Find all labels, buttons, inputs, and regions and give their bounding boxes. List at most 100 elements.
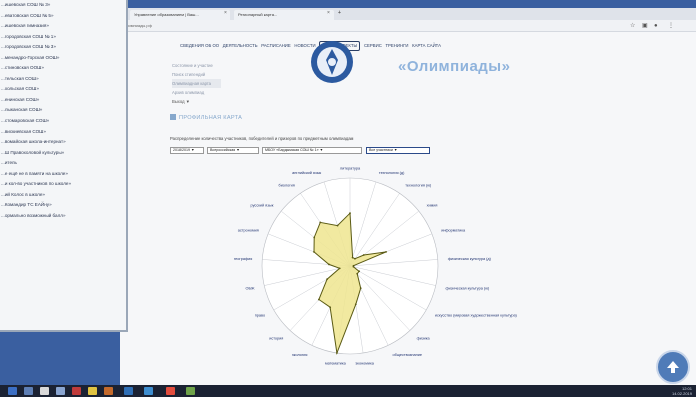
start-icon[interactable]	[8, 387, 17, 395]
school-list-item[interactable]: ...енинская СОШ»	[0, 95, 126, 106]
nav-item[interactable]: ТРЕНИНГИ	[385, 41, 408, 51]
account-icon[interactable]: ●	[654, 21, 658, 31]
side-link[interactable]: Олимпиадная карта	[172, 79, 222, 88]
star-icon[interactable]: ☆	[630, 21, 635, 31]
tab-bar: Управление образованием | Ваш... × Регио…	[120, 8, 696, 20]
year-select[interactable]: 2018/2019 ▼	[170, 147, 204, 154]
taskbar-app-icon[interactable]	[104, 387, 113, 395]
section-title: ПРОФИЛЬНАЯ КАРТА	[170, 114, 242, 121]
close-icon[interactable]: ×	[224, 8, 227, 18]
level-select[interactable]: Всероссийская ▼	[207, 147, 259, 154]
tab-2[interactable]: Регионарный карта...	[234, 10, 334, 20]
radar-point	[336, 224, 339, 227]
radar-point	[319, 221, 322, 224]
school-list-item[interactable]: ...еватовская СОШ № 5»	[0, 11, 126, 22]
radar-category-label: ОБЖ	[246, 286, 255, 290]
radar-point	[329, 306, 332, 309]
taskbar-app-icon[interactable]	[40, 387, 49, 395]
radar-chart: литература технология (д) технология (ю) хи…	[234, 167, 518, 366]
school-list-item[interactable]: ...стомаровская СОШ»	[0, 116, 126, 127]
taskbar: 12:01 14.02.2019	[0, 385, 696, 397]
address-bar[interactable]: олимпиады.рф ☆ ▣ ● ⋮	[120, 20, 696, 32]
radar-category-label: искусство (мировая художественная культу…	[435, 314, 518, 318]
school-list-item[interactable]: ...менандро-Горская ООШ»	[0, 53, 126, 64]
school-list-item[interactable]: ...ормально возможный балл»	[0, 211, 126, 222]
site-brand: «Олимпиады»	[398, 58, 511, 75]
radar-category-label: биология	[279, 184, 295, 188]
nav-item[interactable]: СВЕДЕНИЯ ОБ ОО	[180, 41, 219, 51]
taskbar-app-icon[interactable]	[72, 387, 81, 395]
radar-category-label: география	[234, 257, 252, 261]
school-list: ...ишевская СОШ № 3» ...еватовская СОШ № …	[0, 0, 126, 221]
nav-item[interactable]: СЕРВИС	[364, 41, 382, 51]
radar-category-label: математика	[325, 361, 347, 365]
taskbar-app-icon[interactable]	[56, 387, 65, 395]
radar-category-label: физическая культура (ю)	[446, 286, 491, 290]
left-side-window: ...ишевская СОШ № 3» ...еватовская СОШ № …	[0, 0, 128, 332]
radar-category-label: физика	[417, 336, 431, 340]
school-list-item[interactable]: ...тельская СОШ»	[0, 74, 126, 85]
taskbar-app-icon[interactable]	[124, 387, 133, 395]
radar-point	[356, 272, 359, 275]
school-list-item[interactable]: ...Ш Правохоловой культуры»	[0, 148, 126, 159]
taskbar-app-icon[interactable]	[144, 387, 153, 395]
radar-category-label: технология (д)	[379, 171, 405, 175]
school-list-item[interactable]: ...городовская СОШ № 3»	[0, 42, 126, 53]
chart-description: Распределение количества участников, поб…	[170, 136, 354, 141]
taskbar-app-icon[interactable]	[88, 387, 97, 395]
radar-point	[385, 250, 387, 253]
taskbar-app-icon[interactable]	[186, 387, 195, 395]
radar-point	[359, 287, 362, 290]
radar-category-label: экономика	[355, 361, 374, 365]
school-list-item[interactable]: ...вомайская школа-интернат»	[0, 137, 126, 148]
school-list-item[interactable]: ...ишевская СОШ № 3»	[0, 0, 126, 11]
taskbar-app-icon[interactable]	[24, 387, 33, 395]
radar-point	[349, 212, 351, 215]
tab-1[interactable]: Управление образованием | Ваш...	[130, 10, 230, 20]
radar-point	[354, 303, 357, 306]
taskbar-app-icon[interactable]	[166, 387, 175, 395]
radar-category-label: экология	[292, 353, 308, 357]
side-link[interactable]: Поиск стипендий	[172, 70, 221, 79]
school-list-item[interactable]: ...стиновская ООШ»	[0, 63, 126, 74]
tab-label: Регионарный карта...	[238, 12, 278, 17]
school-list-item[interactable]: ...и кол-во участников по школе»	[0, 179, 126, 190]
extension-icon[interactable]: ▣	[642, 21, 648, 31]
school-list-item[interactable]: ...хольская СОШ»	[0, 84, 126, 95]
school-list-item[interactable]: ...ий Колос в школе»	[0, 190, 126, 201]
school-list-item[interactable]: ...городовская СОШ № 1»	[0, 32, 126, 43]
nav-item[interactable]: ДЕЯТЕЛЬНОСТЬ	[223, 41, 258, 51]
school-list-item[interactable]: ...е ещё не в памяти на школе»	[0, 169, 126, 180]
participants-select[interactable]: Все участники ▼	[366, 147, 430, 154]
close-icon[interactable]: ×	[327, 8, 330, 18]
radar-category-label: право	[255, 314, 265, 318]
radar-category-label: история	[269, 336, 283, 340]
school-list-item[interactable]: ...итель	[0, 158, 126, 169]
nav-item[interactable]: РАСПИСАНИЕ	[261, 41, 291, 51]
radar-point	[335, 352, 338, 354]
new-tab-icon[interactable]: +	[338, 8, 341, 18]
school-list-item[interactable]: ...ишевская гимназия»	[0, 21, 126, 32]
side-link[interactable]: Архив олимпиад	[172, 88, 221, 97]
scroll-top-button[interactable]	[656, 350, 690, 384]
url-text: олимпиады.рф	[124, 23, 152, 28]
site-logo	[311, 41, 353, 83]
radar-point	[328, 263, 330, 266]
radar-point	[317, 298, 320, 301]
side-link[interactable]: Состояние и участие	[172, 61, 221, 70]
menu-icon[interactable]: ⋮	[668, 21, 674, 31]
nav-item[interactable]: КАРТА САЙТА	[412, 41, 441, 51]
school-list-item[interactable]: ...льжанская СОШ»	[0, 105, 126, 116]
radar-point	[313, 236, 316, 239]
side-more-link[interactable]: Выход ▼	[172, 97, 221, 106]
school-list-item[interactable]: ...вискиевская СОШ»	[0, 127, 126, 138]
radar-category-label: астрономия	[238, 229, 259, 233]
system-tray: 12:01 14.02.2019	[672, 386, 692, 396]
radar-point	[338, 267, 341, 270]
school-select[interactable]: МБОУ «Бардымская СОШ № 1» ▼	[262, 147, 362, 154]
side-links: Состояние и участие Поиск стипендий Олимпи…	[172, 61, 222, 106]
radar-category-label: литература	[340, 167, 361, 171]
radar-category-label: обществознание	[393, 353, 422, 357]
radar-point	[326, 278, 329, 281]
school-list-item[interactable]: ...Командир ТС ЕАЙну»	[0, 200, 126, 211]
